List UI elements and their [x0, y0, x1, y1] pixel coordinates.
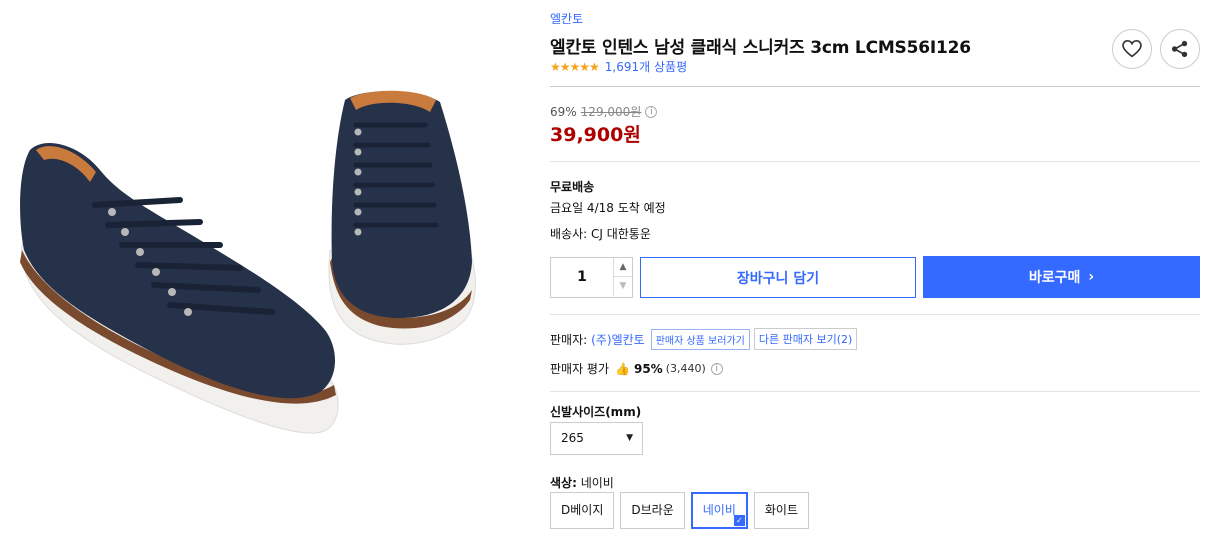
caret-down-icon: ▼	[626, 433, 633, 443]
info-icon[interactable]: i	[710, 362, 723, 375]
share-icon	[1171, 40, 1188, 58]
color-option-selected[interactable]: 네이비 ✓	[690, 492, 748, 529]
rating-stars: ★★★★★	[550, 59, 600, 74]
product-info-panel: 엘칸토 엘칸토 인텐스 남성 클래식 스니커즈 3cm LCMS56I126 ★…	[550, 0, 1200, 538]
divider	[550, 314, 1200, 315]
color-label: 색상:	[550, 476, 577, 490]
color-options: D베이지 D브라운 네이비 ✓ 화이트	[550, 492, 815, 529]
chevron-right-icon: ›	[1088, 269, 1095, 285]
buy-now-label: 바로구매	[1028, 270, 1081, 286]
check-icon: ✓	[733, 515, 745, 526]
add-to-cart-button[interactable]: 장바구니 담기	[640, 257, 916, 298]
color-option[interactable]: 화이트	[753, 492, 809, 529]
other-sellers-button[interactable]: 다른 판매자 보기(2)	[753, 328, 858, 350]
thumbs-up-icon: 👍	[615, 361, 630, 376]
seller-products-button[interactable]: 판매자 상품 보러가기	[650, 328, 750, 350]
rating-row: ★★★★★ 1,691개 상품평	[550, 58, 687, 75]
divider	[550, 86, 1200, 87]
info-icon[interactable]: i	[645, 105, 658, 118]
color-option-label: 네이비	[702, 503, 736, 517]
divider	[550, 391, 1200, 392]
quantity-input[interactable]: 1	[551, 258, 613, 297]
arrival-date: 금요일 4/18 도착 예정	[550, 201, 666, 215]
seller-eval-percent: 95%	[633, 361, 663, 376]
review-count-link[interactable]: 1,691개 상품평	[605, 58, 687, 75]
seller-evaluation-row: 판매자 평가 👍 95% (3,440) i	[550, 360, 723, 377]
original-price: 129,000원	[580, 105, 642, 119]
seller-eval-label: 판매자 평가	[550, 362, 610, 376]
color-option[interactable]: D브라운	[620, 492, 685, 529]
sale-price: 39,900원	[550, 124, 641, 146]
color-selected-value: 네이비	[580, 476, 614, 490]
shipping-carrier: 배송사: CJ 대한통운	[550, 227, 651, 241]
original-price-row: 69% 129,000원 i	[550, 103, 658, 120]
color-option[interactable]: D베이지	[550, 492, 615, 529]
color-option-label: 색상: 네이비	[550, 474, 614, 491]
quantity-stepper[interactable]: 1 ▲ ▼	[550, 257, 633, 298]
heart-icon	[1122, 40, 1142, 58]
seller-name-link[interactable]: (주)엘칸토	[591, 331, 645, 348]
add-to-cart-label: 장바구니 담기	[736, 270, 820, 287]
seller-eval-count: (3,440)	[665, 362, 706, 375]
seller-label: 판매자:	[550, 332, 588, 347]
quantity-decrease-icon[interactable]: ▼	[613, 277, 632, 296]
product-image[interactable]	[0, 0, 520, 538]
buy-now-button[interactable]: 바로구매 ›	[923, 256, 1200, 298]
wishlist-button[interactable]	[1112, 29, 1152, 69]
seller-row: 판매자: (주)엘칸토 판매자 상품 보러가기 다른 판매자 보기(2)	[550, 328, 858, 350]
divider	[550, 161, 1200, 162]
product-title: 엘칸토 인텐스 남성 클래식 스니커즈 3cm LCMS56I126	[550, 38, 971, 58]
shipping-title: 무료배송	[550, 180, 595, 194]
brand-link[interactable]: 엘칸토	[550, 10, 583, 27]
discount-rate: 69%	[550, 104, 577, 119]
size-selected-value: 265	[561, 431, 584, 445]
quantity-increase-icon[interactable]: ▲	[613, 258, 632, 277]
size-option-label: 신발사이즈(mm)	[550, 405, 642, 419]
share-button[interactable]	[1160, 29, 1200, 69]
size-select[interactable]: 265 ▼	[550, 422, 643, 455]
